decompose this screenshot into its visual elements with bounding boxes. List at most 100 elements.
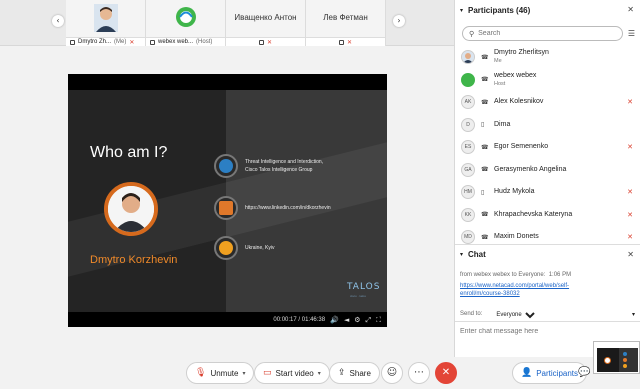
info-row-location: Ukraine, Kyiv [214,236,274,260]
mobile-icon: ▯ [481,121,485,129]
tile-footer: Dmytro Zh... (Me) ✕ [66,37,145,46]
phone-icon: ☎ [481,166,489,174]
participant-name: Egor Semenenko [494,143,549,151]
send-to-select[interactable]: Everyone [492,311,539,319]
list-item[interactable]: ES ☎ Egor Semenenko ✕ [455,136,640,159]
participant-name: Alex Kolesnikov [494,98,544,106]
reactions-button[interactable]: ☺ [381,362,403,384]
participant-tile[interactable]: Dmytro Zh... (Me) ✕ [66,0,146,46]
share-label: Share [349,368,371,378]
chat-header[interactable]: ▾ Chat [460,250,486,259]
close-icon[interactable]: ✕ [627,250,634,259]
tile-role: (Me) [114,39,127,45]
briefcase-icon [214,196,238,220]
participant-name: Khrapachevska Kateryna [494,210,573,218]
list-item[interactable]: GA ☎ Gerasymenko Angelina [455,159,640,182]
sort-list-icon[interactable]: ☰ [628,29,635,38]
slide-title: Who am I? [90,144,168,161]
participant-photo [93,4,118,32]
info-text: Threat Intelligence and Interdiction, Ci… [245,159,324,173]
speaker-photo [104,182,158,236]
avatar: GA [461,162,475,177]
participant-name: Dmytro Zherlitsyn Me [494,49,549,65]
chat-title: Chat [468,250,486,259]
avatar: KK [461,207,475,222]
fullscreen-icon[interactable]: ⛶ [376,316,381,325]
mic-muted-icon: ✕ [627,210,633,219]
mic-muted-icon: 🎙 [195,368,207,378]
share-button[interactable]: ⇪ Share [329,362,380,384]
participant-name: Hudz Mykola [494,188,535,196]
mic-muted-icon: ✕ [627,188,633,196]
search-input[interactable] [478,30,609,37]
presentation-slide: Who am I? Dmytro Korzhevin Threat Intell… [68,90,387,312]
more-options-button[interactable]: ⋯ [408,362,430,384]
tile-name: Dmytro Zh... [78,39,112,45]
volume-icon[interactable]: 🔊 [330,316,339,324]
phone-icon: ☎ [481,211,489,219]
chevron-down-icon[interactable]: ▾ [242,370,245,377]
thumbnail-slide [597,348,638,372]
unmute-label: Unmute [210,368,239,378]
video-off-icon: ▭ [263,368,272,378]
participant-name: Dima [494,120,511,128]
shared-content-video[interactable]: Who am I? Dmytro Korzhevin Threat Intell… [68,74,387,327]
strip-next-arrow-icon[interactable]: › [393,15,405,27]
mobile-icon: ▯ [481,188,485,196]
send-to-label: Send to: [460,311,483,317]
phone-icon: ☎ [481,143,489,151]
list-item[interactable]: AK ☎ Alex Kolesnikov ✕ [455,91,640,114]
participants-button[interactable]: 👤 Participants [512,362,588,384]
panel-divider[interactable] [455,244,640,245]
fit-icon[interactable]: ⤢ [365,316,371,325]
unmute-button[interactable]: 🎙 Unmute ▾ [186,362,255,384]
network-icon [258,39,264,45]
info-row-linkedin: https://www.linkedin.com/in/dkorzhevin [214,196,331,220]
list-item[interactable]: HM ▯ Hudz Mykola ✕ [455,181,640,204]
network-icon [338,39,344,45]
avatar: AK [461,95,475,110]
mic-muted-icon: ✕ [627,98,633,106]
end-call-button[interactable]: ✕ [435,362,457,384]
list-item[interactable]: KK ☎ Khrapachevska Kateryna ✕ [455,204,640,227]
side-panel: ▾ Participants (46) ✕ ⚲ ☰ ☎ Dmytro Zherl… [454,0,640,357]
info-text: Ukraine, Kyiv [245,245,275,251]
participant-name: Gerasymenko Angelina [494,165,567,173]
tile-footer: webex web... (Host) [146,37,225,46]
start-video-button[interactable]: ▭ Start video ▾ [254,362,330,384]
location-pin-icon [214,236,238,260]
threat-intel-icon [214,154,238,178]
list-item[interactable]: ☎ Dmytro Zherlitsyn Me [455,46,640,69]
chevron-down-icon[interactable]: ▾ [318,370,321,377]
participant-tile[interactable]: Лев Фетман ✕ [306,0,386,46]
info-text: https://www.linkedin.com/in/dkorzhevin [245,205,331,211]
participant-tile[interactable]: webex web... (Host) [146,0,226,46]
self-view-thumbnail[interactable] [593,341,640,374]
tile-footer: ✕ [226,37,305,46]
chat-sender: from webex webex to Everyone: [460,272,546,278]
list-item[interactable]: MD ☎ Maxim Donets ✕ [455,226,640,244]
audio-icon[interactable]: ◄ [344,316,349,324]
participants-header[interactable]: ▾ Participants (46) [455,0,640,20]
strip-prev-arrow-icon[interactable]: ‹ [52,15,64,27]
chevron-down-icon[interactable]: ▾ [632,311,635,318]
participant-search[interactable]: ⚲ [462,26,623,41]
phone-icon: ☎ [481,98,489,106]
mic-muted-icon: ✕ [627,143,633,151]
list-item[interactable]: D ▯ Dima [455,114,640,137]
chevron-down-icon[interactable]: ▾ [460,7,463,14]
close-icon[interactable]: ✕ [627,5,634,14]
participant-tile[interactable]: Иващенко Антон ✕ [226,0,306,46]
send-to-row: Send to: Everyone [460,311,539,319]
chat-message-link[interactable]: https://www.netacad.com/portal/web/self-… [460,282,610,298]
network-icon [150,39,155,45]
network-icon [70,39,75,45]
avatar: ES [461,140,475,155]
list-item[interactable]: ☎ webex webex Host [455,69,640,92]
avatar: MD [461,230,475,244]
search-icon: ⚲ [469,29,475,38]
tile-footer: ✕ [306,37,385,46]
mic-muted-icon: ✕ [266,38,273,46]
chevron-down-icon[interactable]: ▾ [460,251,463,258]
settings-icon[interactable]: ⚙ [354,316,360,324]
